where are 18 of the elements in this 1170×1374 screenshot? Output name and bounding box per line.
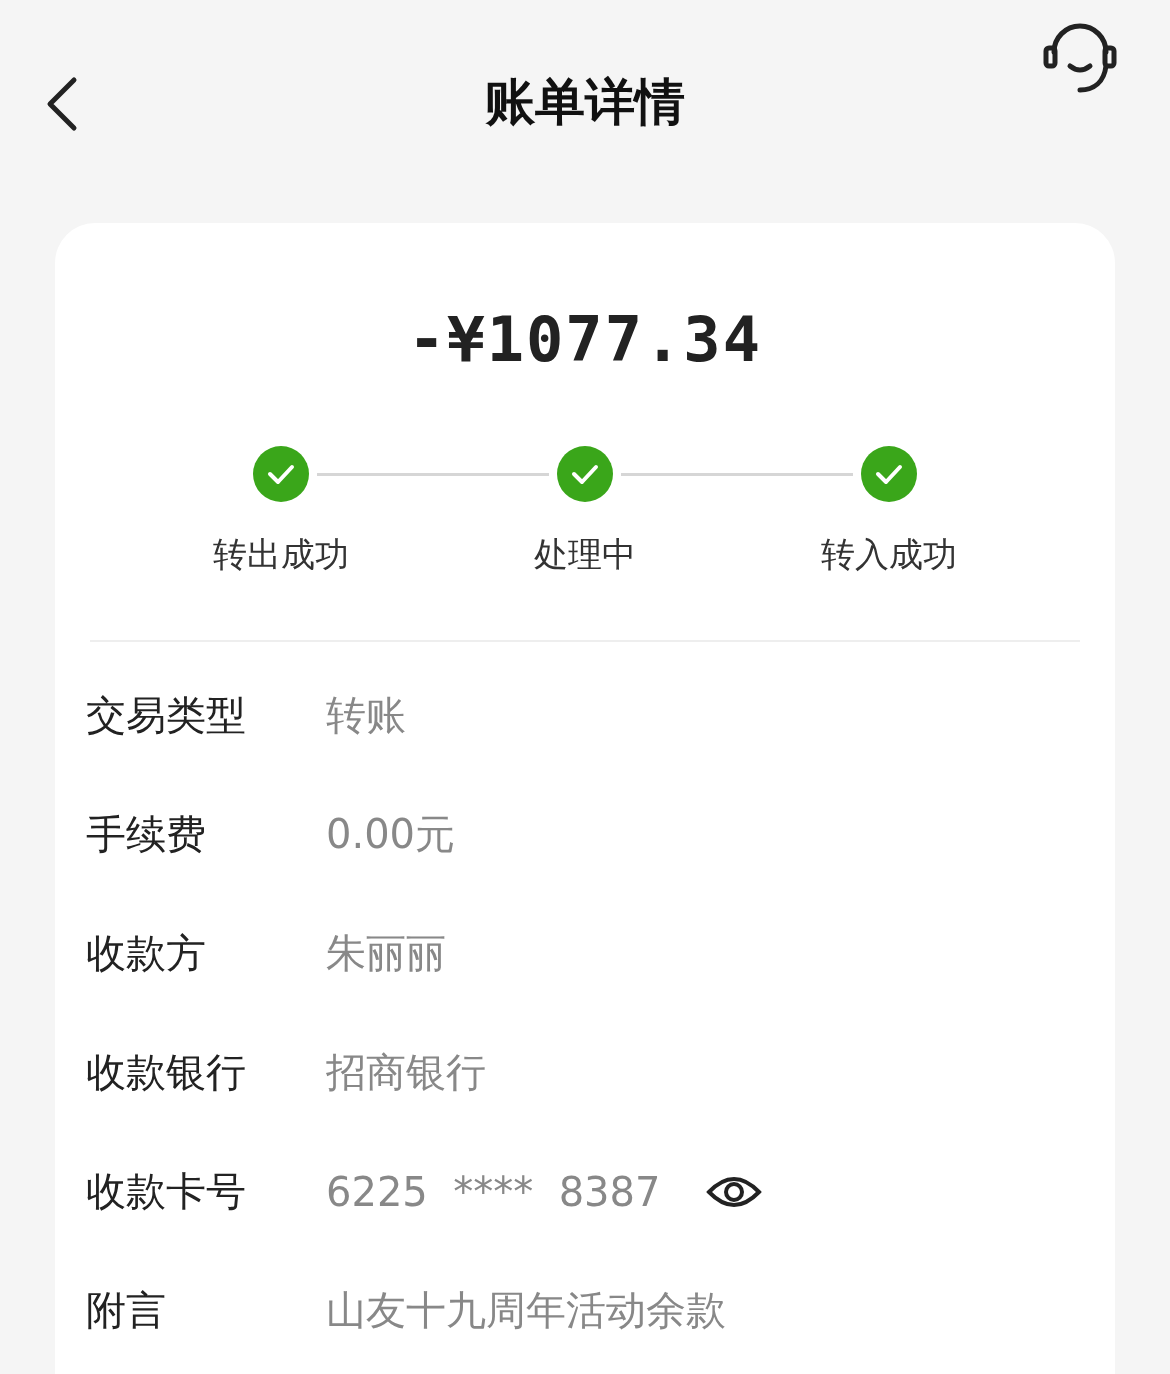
- detail-label: 收款卡号: [86, 1167, 247, 1216]
- amount: -¥1077.34: [407, 303, 763, 376]
- detail-value: 朱丽丽: [326, 929, 446, 978]
- detail-value: 招商银行: [326, 1048, 486, 1097]
- step-label: 转入成功: [821, 533, 957, 576]
- detail-label: 附言: [86, 1286, 167, 1335]
- detail-label: 收款银行: [86, 1048, 247, 1097]
- detail-label: 收款方: [86, 929, 207, 978]
- detail-label: 手续费: [86, 810, 207, 859]
- step-label: 转出成功: [213, 533, 349, 576]
- step-label: 处理中: [534, 533, 636, 576]
- detail-value: 0.00元: [326, 810, 456, 859]
- detail-value: 山友十九周年活动余款: [326, 1286, 726, 1335]
- detail-label: 交易类型: [86, 691, 247, 740]
- detail-value: 转账: [326, 691, 406, 740]
- headset-icon[interactable]: [1042, 22, 1118, 94]
- detail-value: 6225 **** 8387: [326, 1168, 661, 1215]
- page-title: 账单详情: [485, 72, 685, 133]
